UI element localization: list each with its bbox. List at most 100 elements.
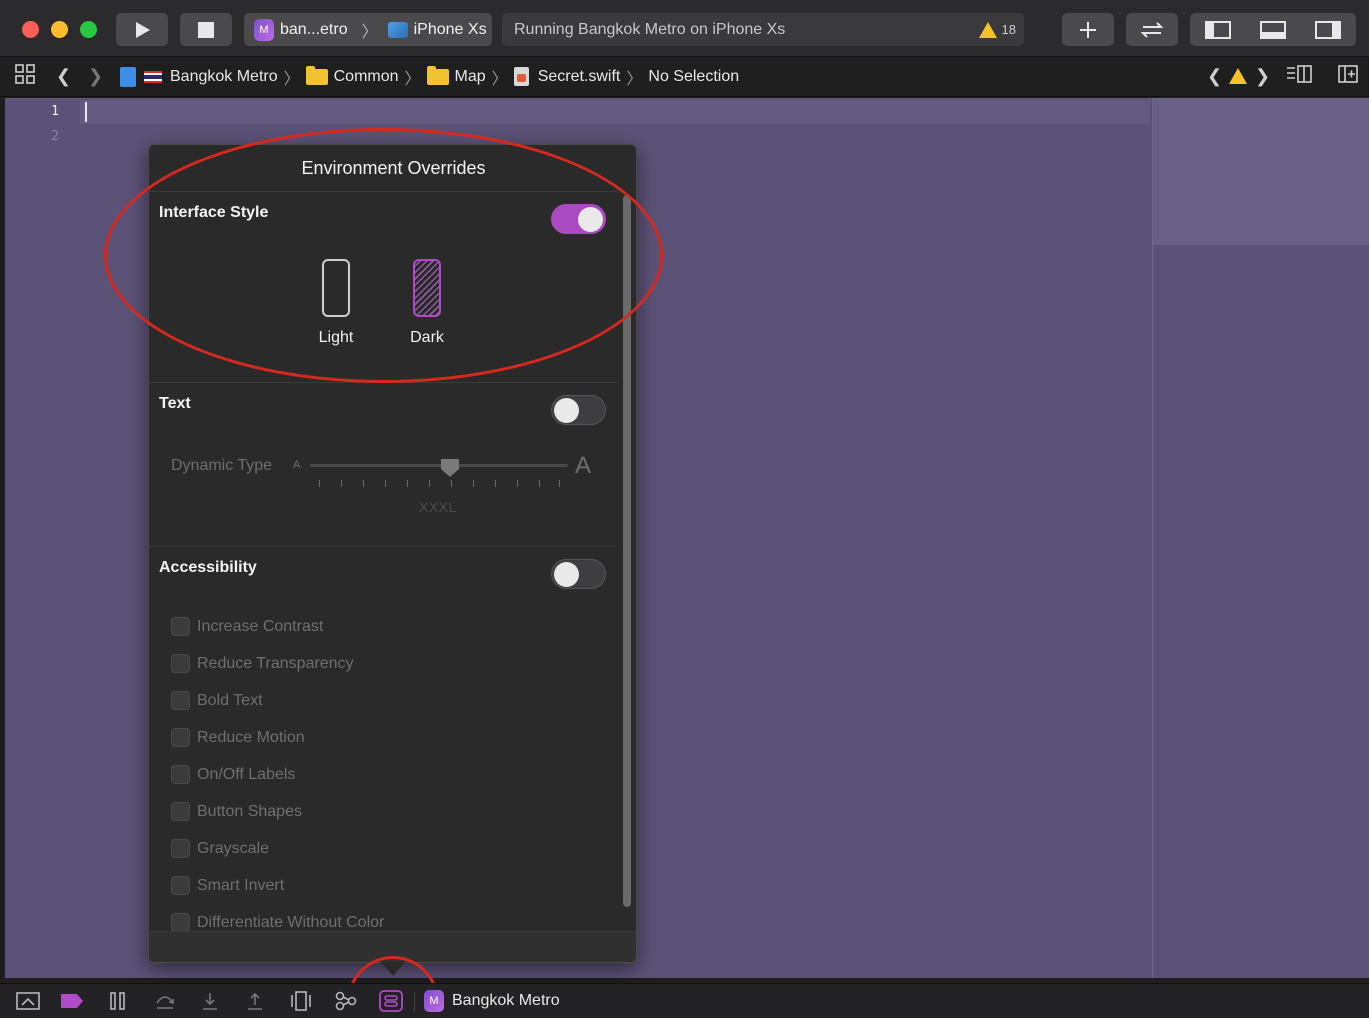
slider-tick <box>517 480 518 487</box>
chevron-right-icon: 〉 <box>404 70 421 88</box>
slider-tick <box>495 480 496 487</box>
breakpoints-icon[interactable] <box>60 991 84 1011</box>
warning-count: 18 <box>1001 22 1016 37</box>
minimize-window-button[interactable] <box>51 21 68 38</box>
thai-flag-icon <box>144 70 162 83</box>
swift-file-icon <box>513 67 529 86</box>
dynamic-type-slider[interactable] <box>310 464 568 467</box>
close-window-button[interactable] <box>22 21 39 38</box>
breadcrumb-symbol[interactable]: No Selection <box>648 68 739 86</box>
checkbox-label: Grayscale <box>197 839 270 857</box>
debug-area-icon[interactable] <box>1259 20 1286 40</box>
popover-title: Environment Overrides <box>301 158 486 178</box>
chevron-right-icon: 〉 <box>626 70 643 88</box>
scheme-selector[interactable]: M ban...etro 〉 iPhone Xs <box>244 13 492 46</box>
next-issue-icon[interactable]: ❯ <box>1255 66 1270 87</box>
breadcrumb-file[interactable]: Secret.swift <box>513 67 620 86</box>
warning-badge[interactable]: 18 <box>978 21 1024 38</box>
warning-icon[interactable] <box>1229 68 1247 89</box>
step-over-icon[interactable] <box>154 991 176 1011</box>
activity-status: Running Bangkok Metro on iPhone Xs 18 <box>502 13 1024 46</box>
checkbox-label: Increase Contrast <box>197 617 324 635</box>
forward-arrow-icon[interactable]: ❯ <box>88 66 103 87</box>
checkbox-label: Differentiate Without Color <box>197 913 385 931</box>
memory-graph-icon[interactable] <box>334 991 358 1011</box>
window-toolbar: M ban...etro 〉 iPhone Xs Running Bangkok… <box>0 0 1369 57</box>
breadcrumb-label: Bangkok Metro <box>170 67 278 85</box>
increase-contrast-checkbox[interactable]: Increase Contrast <box>171 617 323 636</box>
slider-thumb[interactable] <box>440 458 460 478</box>
interface-style-section: Interface Style Light Dark <box>149 191 617 383</box>
warning-icon <box>978 21 997 38</box>
stop-button[interactable] <box>180 13 232 46</box>
on-off-labels-checkbox[interactable]: On/Off Labels <box>171 765 295 784</box>
button-shapes-checkbox[interactable]: Button Shapes <box>171 802 302 821</box>
pause-icon[interactable] <box>108 991 128 1011</box>
step-into-icon[interactable] <box>200 991 220 1011</box>
step-out-icon[interactable] <box>245 991 265 1011</box>
breadcrumb-label: No Selection <box>648 67 740 85</box>
breadcrumb: Bangkok Metro 〉 Common 〉 Map 〉 Secret.sw… <box>120 65 739 89</box>
chevron-right-icon: 〉 <box>283 70 300 88</box>
differentiate-without-color-checkbox[interactable]: Differentiate Without Color <box>171 913 384 932</box>
divider <box>414 992 415 1012</box>
dynamic-type-value: XXXL <box>419 499 457 515</box>
swap-arrows-icon <box>1140 21 1164 38</box>
library-button[interactable] <box>1062 13 1114 46</box>
editor-options-icon[interactable] <box>1285 64 1313 89</box>
simulator-device-icon <box>387 21 408 38</box>
section-title: Interface Style <box>159 204 269 221</box>
section-title: Text <box>159 395 191 412</box>
small-text-glyph: A <box>293 459 301 471</box>
reduce-motion-checkbox[interactable]: Reduce Motion <box>171 728 305 747</box>
related-items-grid-icon[interactable] <box>15 64 35 89</box>
smart-invert-checkbox[interactable]: Smart Invert <box>171 876 284 895</box>
navigator-panel-icon[interactable] <box>1204 20 1231 40</box>
text-toggle[interactable] <box>551 395 606 425</box>
reduce-transparency-checkbox[interactable]: Reduce Transparency <box>171 654 354 673</box>
line-number: 1 <box>51 104 59 119</box>
folder-icon <box>426 65 449 85</box>
code-review-button[interactable] <box>1126 13 1178 46</box>
breadcrumb-group-map[interactable]: Map <box>426 65 486 86</box>
minimap-visible-region[interactable] <box>1153 98 1369 245</box>
stop-icon <box>198 21 214 38</box>
breadcrumb-label: Common <box>333 67 399 85</box>
breadcrumb-group-common[interactable]: Common <box>305 65 399 86</box>
inspector-panel-icon[interactable] <box>1315 20 1342 40</box>
light-phone-icon <box>322 259 350 317</box>
plus-icon <box>1080 21 1096 38</box>
dynamic-type-label: Dynamic Type <box>171 457 273 474</box>
environment-overrides-icon[interactable] <box>379 990 403 1012</box>
back-arrow-icon[interactable]: ❮ <box>56 66 71 87</box>
process-selector[interactable]: M Bangkok Metro <box>424 990 560 1012</box>
project-icon <box>120 66 136 87</box>
debug-view-hierarchy-icon[interactable] <box>290 991 312 1011</box>
scheme-name: ban...etro <box>280 20 348 38</box>
dark-phone-icon <box>413 259 441 317</box>
checkbox-label: Reduce Transparency <box>197 654 354 672</box>
zoom-window-button[interactable] <box>80 21 97 38</box>
chevron-right-icon: 〉 <box>491 70 508 88</box>
interface-style-toggle[interactable] <box>551 204 606 234</box>
hide-debug-area-icon[interactable] <box>16 991 40 1011</box>
accessibility-toggle[interactable] <box>551 559 606 589</box>
checkbox-label: Smart Invert <box>197 876 285 894</box>
breadcrumb-project[interactable]: Bangkok Metro <box>120 66 278 87</box>
popover-scrollbar[interactable] <box>623 195 631 907</box>
previous-issue-icon[interactable]: ❮ <box>1207 66 1222 87</box>
breadcrumb-label: Map <box>454 67 486 85</box>
app-icon: M <box>254 18 274 41</box>
add-editor-icon[interactable] <box>1337 64 1359 89</box>
checkbox-label: On/Off Labels <box>197 765 296 783</box>
light-label: Light <box>318 329 354 346</box>
bold-text-checkbox[interactable]: Bold Text <box>171 691 263 710</box>
slider-tick <box>319 480 320 487</box>
dark-label: Dark <box>410 329 444 346</box>
environment-overrides-popover: Environment Overrides Interface Style Li… <box>148 144 637 963</box>
text-caret <box>85 102 87 122</box>
slider-tick <box>363 480 364 487</box>
grayscale-checkbox[interactable]: Grayscale <box>171 839 269 858</box>
slider-tick <box>429 480 430 487</box>
run-button[interactable] <box>116 13 168 46</box>
